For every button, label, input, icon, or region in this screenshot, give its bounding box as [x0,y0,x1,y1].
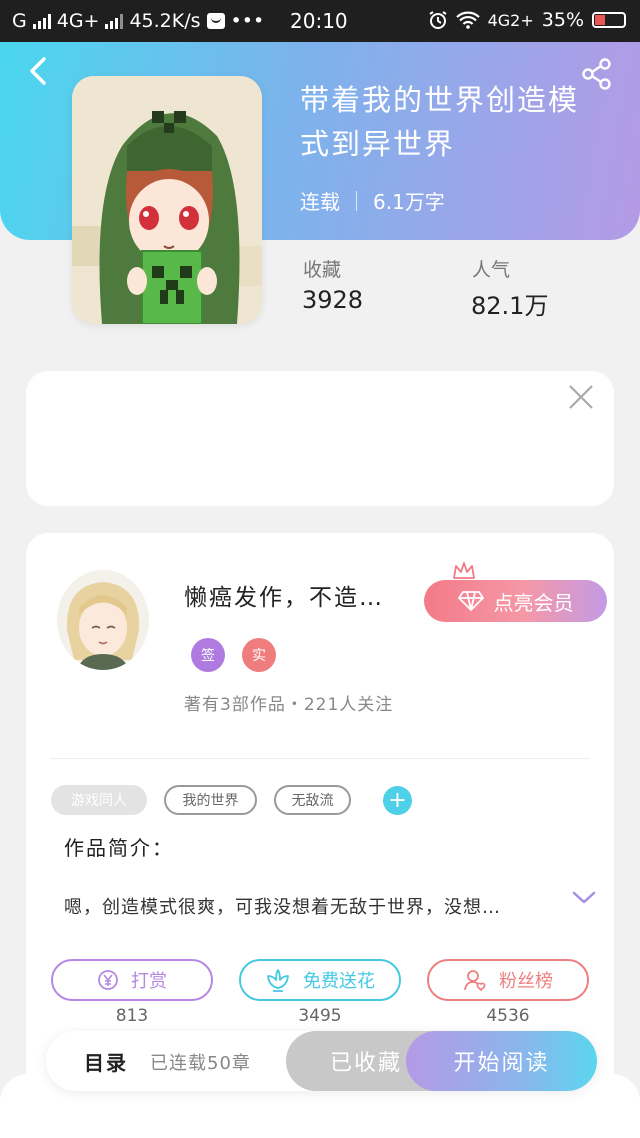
chapter-count[interactable]: 已连载50章 [150,1049,251,1075]
network-speed: 45.2K/s [129,10,201,32]
favorites-value: 3928 [302,286,364,314]
flower-count: 3495 [298,1006,342,1026]
author-avatar[interactable] [57,570,149,670]
chevron-down-icon[interactable] [571,889,597,907]
alarm-icon [429,11,447,29]
tag-item[interactable]: 我的世界 [164,785,257,815]
fan-ranking-button[interactable]: 粉丝榜 [427,959,589,1001]
cover-illustration [72,76,262,324]
meta-divider [356,190,357,211]
tip-button[interactable]: 打赏 [51,959,213,1001]
tip-label: 打赏 [131,971,167,992]
crown-icon [453,562,475,579]
intro-text[interactable]: 嗯，创造模式很爽，可我没想着无敌于世界，没想… [64,893,501,919]
toc-button[interactable]: 目录 [84,1047,128,1076]
signal-icon-2 [105,13,124,29]
network-label-2: 4G2+ [487,10,534,30]
fan-count: 4536 [486,1006,530,1026]
avatar-illustration [57,570,149,670]
vip-button[interactable]: 点亮会员 [424,580,607,622]
vip-label: 点亮会员 [493,590,574,615]
signed-badge: 签 [191,638,225,672]
book-status: 连载 [300,190,340,214]
message-icon [206,13,225,29]
section-divider [50,758,590,759]
close-icon[interactable] [568,384,594,410]
tip-count: 813 [115,1006,149,1026]
author-stats: 著有3部作品・221人关注 [184,695,394,715]
book-title: 带着我的世界创造模式到异世界 [300,83,580,161]
verified-badge: 实 [242,638,276,672]
tag-item[interactable]: 无敌流 [274,785,351,815]
battery-level [595,15,605,25]
more-dots: ••• [230,10,265,32]
coin-icon [98,970,118,990]
battery-percent: 35% [541,9,584,31]
back-arrow-icon[interactable] [24,56,52,86]
signal-icon [32,13,51,29]
author-name[interactable]: 懒癌发作，不造… [184,578,384,612]
popularity-label: 人气 [472,259,511,281]
clock: 20:10 [290,9,348,33]
send-flower-button[interactable]: 免费送花 [239,959,401,1001]
status-bar: G 4G+ 45.2K/s ••• 20:10 4G2+ 35% [0,0,640,42]
diamond-icon [457,591,484,611]
send-flower-label: 免费送花 [303,971,375,992]
network-label: 4G+ [56,10,100,32]
start-reading-button[interactable]: 开始阅读 [406,1031,597,1091]
add-tag-button[interactable]: + [383,786,412,815]
popularity-value: 82.1万 [471,292,549,320]
wifi-icon [455,11,480,29]
intro-heading: 作品简介： [64,836,174,860]
carrier-label: G [12,10,27,32]
word-count: 6.1万字 [373,190,445,214]
tag-item[interactable]: 游戏同人 [51,785,147,815]
fans-icon [464,970,486,992]
book-meta: 连载 6.1万字 [300,186,445,215]
flower-icon [267,969,289,992]
book-cover[interactable] [72,76,262,324]
battery-icon [592,12,626,28]
fan-ranking-label: 粉丝榜 [499,971,553,992]
ad-banner[interactable] [26,371,614,506]
favorites-label: 收藏 [303,259,342,281]
